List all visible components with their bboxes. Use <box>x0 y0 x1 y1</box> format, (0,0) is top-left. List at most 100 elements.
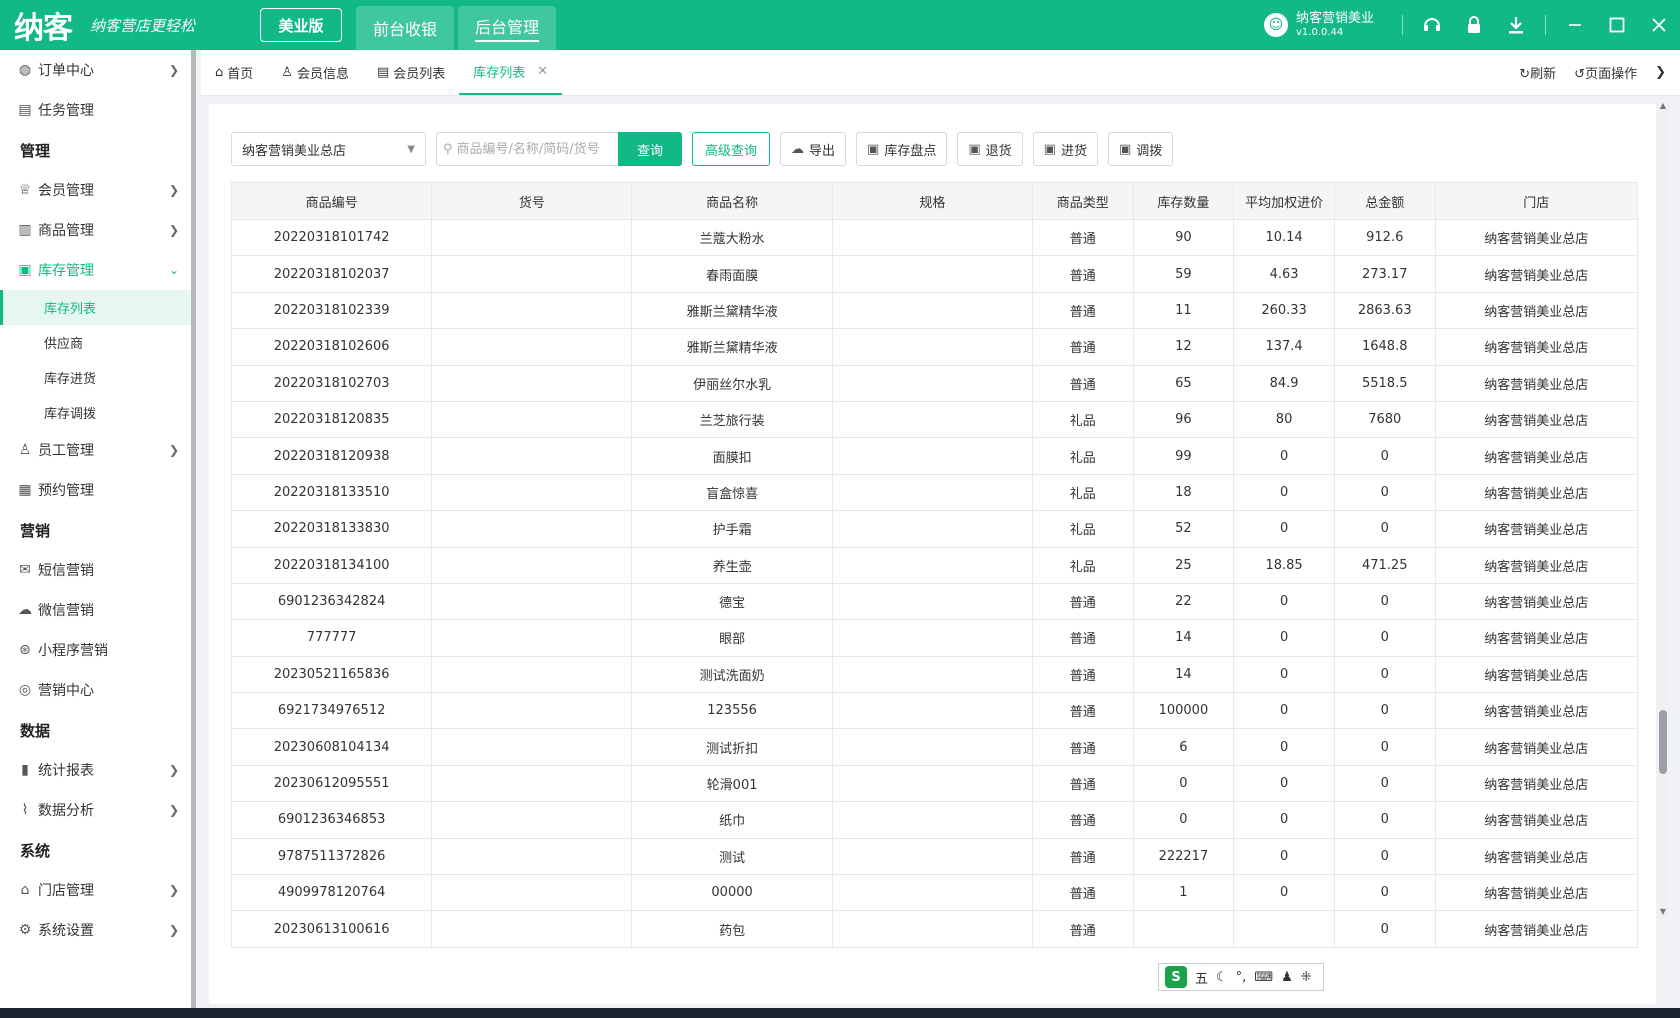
table-row[interactable]: 20220318102339 雅斯兰黛精华液 普通 11 260.33 2863.63 纳客… <box>231 291 1638 330</box>
bar-chart-icon: ▮ <box>21 762 29 778</box>
col-header-stock-qty[interactable]: 库存数量 <box>1132 182 1235 220</box>
tab-member-list[interactable]: ▤ 会员列表 <box>363 50 459 95</box>
table-row[interactable]: 20230608104134 测试折扣 普通 6 0 0 纳客营销美业总店 <box>231 728 1638 766</box>
store-select[interactable]: 纳客营销美业总店 ▼ <box>231 132 426 166</box>
ime-mode[interactable]: 五 <box>1195 968 1208 987</box>
export-button[interactable]: ☁ 导出 <box>780 132 847 166</box>
cell-stock-qty: 22 <box>1132 582 1235 621</box>
col-header-spec[interactable]: 规格 <box>831 182 1033 220</box>
edition-button[interactable]: 美业版 <box>260 8 342 42</box>
maximize-icon[interactable] <box>1596 0 1638 50</box>
vertical-scrollbar[interactable]: ▲ ▼ <box>1657 100 1669 918</box>
cell-avg-cost: 18.85 <box>1233 546 1335 584</box>
user-profile[interactable]: ☺ 纳客营销美业 v1.0.0.44 <box>1263 11 1374 39</box>
grid-icon[interactable]: ⁜ <box>1301 970 1312 985</box>
chevron-right-icon[interactable]: ❯ <box>1655 65 1666 80</box>
table-row[interactable]: 20230612095551 轮滑001 普通 0 0 0 纳客营销美业总店 <box>231 764 1638 803</box>
col-header-item-no[interactable]: 货号 <box>431 182 633 220</box>
cell-spec <box>831 328 1033 366</box>
table-row[interactable]: 6901236342824 德宝 普通 22 0 0 纳客营销美业总店 <box>231 582 1638 621</box>
sidebar-item-store-mgmt[interactable]: ⌂ 门店管理 ❯ <box>0 870 191 910</box>
sidebar-item-member-mgmt[interactable]: ♕ 会员管理 ❯ <box>0 170 191 210</box>
cell-product-type: 礼品 <box>1031 510 1134 548</box>
cell-product-name: 德宝 <box>631 582 833 621</box>
table-row[interactable]: 20220318102606 雅斯兰黛精华液 普通 12 137.4 1648.8 纳客营销… <box>231 328 1638 366</box>
minimize-icon[interactable] <box>1554 0 1596 50</box>
sidebar-item-booking-mgmt[interactable]: ▦ 预约管理 <box>0 470 191 510</box>
sidebar-item-task-mgmt[interactable]: ▤ 任务管理 <box>0 90 191 130</box>
table-row[interactable]: 20230521165836 测试洗面奶 普通 14 0 0 纳客营销美业总店 <box>231 655 1638 694</box>
query-button[interactable]: 查询 <box>618 132 682 166</box>
purchase-button[interactable]: ▣ 进货 <box>1032 132 1098 166</box>
punctuation-icon[interactable]: °, <box>1236 970 1247 985</box>
sidebar-item-staff-mgmt[interactable]: ♙ 员工管理 ❯ <box>0 430 191 470</box>
col-header-product-type[interactable]: 商品类型 <box>1031 182 1134 220</box>
col-header-product-code[interactable]: 商品编号 <box>231 182 433 220</box>
table-row[interactable]: 20220318134100 养生壶 礼品 25 18.85 471.25 纳客营销美业总店 <box>231 546 1638 584</box>
table-row[interactable]: 6921734976512 123556 普通 100000 0 0 纳客营销美业总店 <box>231 692 1638 730</box>
col-header-store[interactable]: 门店 <box>1434 182 1638 220</box>
tab-home[interactable]: ⌂ 首页 <box>201 50 267 95</box>
col-header-avg-cost[interactable]: 平均加权进价 <box>1233 182 1335 220</box>
scroll-down-icon[interactable]: ▼ <box>1657 906 1669 918</box>
cell-total-amount: 273.17 <box>1333 255 1436 293</box>
cell-item-no <box>431 655 633 694</box>
table-row[interactable]: 20220318133510 盲盒惊喜 礼品 18 0 0 纳客营销美业总店 <box>231 473 1638 512</box>
download-icon[interactable] <box>1495 0 1537 50</box>
sidebar-item-miniapp-marketing[interactable]: ⊛ 小程序营销 <box>0 630 191 670</box>
tab-back-office[interactable]: 后台管理 <box>458 6 556 50</box>
cell-stock-qty: 0 <box>1132 801 1235 839</box>
stocktake-button[interactable]: ▣ 库存盘点 <box>856 132 948 166</box>
advanced-query-button[interactable]: 高级查询 <box>692 132 770 166</box>
sidebar-item-marketing-center[interactable]: ◎ 营销中心 <box>0 670 191 710</box>
tab-member-info[interactable]: ♙ 会员信息 <box>267 50 363 95</box>
sidebar-subitem-inventory-transfer[interactable]: 库存调拨 <box>0 395 191 430</box>
col-header-product-name[interactable]: 商品名称 <box>631 182 833 220</box>
ime-toolbar[interactable]: S 五 ☾ °, ⌨ ♟ ⁜ <box>1158 963 1324 991</box>
moon-icon[interactable]: ☾ <box>1216 970 1228 985</box>
table-row[interactable]: 777777 眼部 普通 14 0 0 纳客营销美业总店 <box>231 619 1638 657</box>
col-header-total-amount[interactable]: 总金额 <box>1333 182 1436 220</box>
sidebar-subitem-inventory-purchase[interactable]: 库存进货 <box>0 360 191 395</box>
sidebar-item-order-center[interactable]: ◍ 订单中心 ❯ <box>0 50 191 90</box>
sidebar-item-system-settings[interactable]: ⚙ 系统设置 ❯ <box>0 910 191 950</box>
close-tab-icon[interactable]: ✕ <box>537 64 548 79</box>
cell-product-type: 普通 <box>1031 582 1134 621</box>
page-ops-button[interactable]: ↺页面操作 <box>1574 63 1637 82</box>
return-button[interactable]: ▣ 退货 <box>957 132 1023 166</box>
cell-total-amount: 0 <box>1333 910 1436 948</box>
refresh-button[interactable]: ↻刷新 <box>1519 63 1556 82</box>
table-row[interactable]: 6901236346853 纸巾 普通 0 0 0 纳客营销美业总店 <box>231 801 1638 839</box>
tab-inventory-list[interactable]: 库存列表 ✕ <box>459 50 563 95</box>
cell-stock-qty: 59 <box>1132 255 1235 293</box>
close-icon[interactable] <box>1638 0 1680 50</box>
keyboard-icon[interactable]: ⌨ <box>1254 970 1273 985</box>
user-icon[interactable]: ♟ <box>1281 970 1293 985</box>
tab-front-desk-cashier[interactable]: 前台收银 <box>356 6 454 50</box>
table-row[interactable]: 20220318101742 兰蔻大粉水 普通 90 10.14 912.6 纳客营销美业总… <box>231 218 1638 257</box>
cell-item-no <box>431 328 633 366</box>
table-row[interactable]: 20220318102703 伊丽丝尔水乳 普通 65 84.9 5518.5 纳客营销美业… <box>231 364 1638 402</box>
headset-icon[interactable] <box>1411 0 1453 50</box>
table-row[interactable]: 4909978120764 00000 普通 1 0 0 纳客营销美业总店 <box>231 874 1638 912</box>
sidebar-item-stats-report[interactable]: ▮ 统计报表 ❯ <box>0 750 191 790</box>
sidebar-item-inventory-mgmt[interactable]: ▣ 库存管理 ⌄ <box>0 250 191 290</box>
scrollbar-thumb[interactable] <box>1659 710 1667 774</box>
sidebar-subitem-supplier[interactable]: 供应商 <box>0 325 191 360</box>
sidebar-item-data-analysis[interactable]: ⌇ 数据分析 ❯ <box>0 790 191 830</box>
sidebar-item-wechat-marketing[interactable]: ☁ 微信营销 <box>0 590 191 630</box>
sidebar-subitem-inventory-list[interactable]: 库存列表 <box>0 290 191 325</box>
transfer-button[interactable]: ▣ 调拨 <box>1107 132 1174 166</box>
lock-icon[interactable] <box>1453 0 1495 50</box>
sidebar-item-sms-marketing[interactable]: ✉ 短信营销 <box>0 550 191 590</box>
table-row[interactable]: 20220318102037 春雨面膜 普通 59 4.63 273.17 纳客营销美业总店 <box>231 255 1638 293</box>
table-row[interactable]: 20220318120835 兰芝旅行装 礼品 96 80 7680 纳客营销美业总店 <box>231 400 1638 439</box>
sidebar-item-product-mgmt[interactable]: ▥ 商品管理 ❯ <box>0 210 191 250</box>
table-row[interactable]: 20230613100616 药包 普通 0 纳客营销美业总店 <box>231 910 1638 948</box>
table-row[interactable]: 9787511372826 测试 普通 222217 0 0 纳客营销美业总店 <box>231 837 1638 876</box>
scroll-up-icon[interactable]: ▲ <box>1657 100 1669 112</box>
search-input[interactable] <box>456 141 613 157</box>
table-row[interactable]: 20220318120938 面膜扣 礼品 99 0 0 纳客营销美业总店 <box>231 437 1638 475</box>
table-row[interactable]: 20220318133830 护手霜 礼品 52 0 0 纳客营销美业总店 <box>231 510 1638 548</box>
cell-product-name: 眼部 <box>631 619 833 657</box>
